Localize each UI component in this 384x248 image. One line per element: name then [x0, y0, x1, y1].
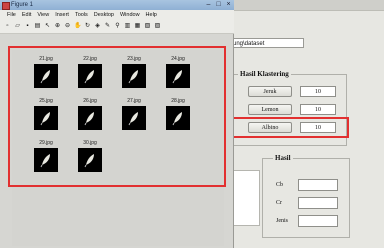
- cr-value-field: [298, 197, 338, 209]
- matlab-figure-icon: [2, 2, 10, 10]
- menu-insert[interactable]: Insert: [52, 10, 72, 20]
- menu-file[interactable]: File: [0, 10, 19, 20]
- colorbar-icon[interactable]: ▥: [124, 23, 131, 30]
- jeruk-button[interactable]: Jeruk: [248, 86, 292, 97]
- menu-desktop[interactable]: Desktop: [91, 10, 117, 20]
- pan-icon[interactable]: ✋: [74, 23, 81, 30]
- lemon-button[interactable]: Lemon: [248, 104, 292, 115]
- main-app-titlebar: [216, 0, 384, 11]
- menu-window[interactable]: Window: [117, 10, 143, 20]
- figure-title: Figure 1: [11, 2, 34, 8]
- minimize-icon[interactable]: –: [204, 1, 213, 9]
- menu-help[interactable]: Help: [143, 10, 160, 20]
- jenis-value-field: [298, 215, 338, 227]
- brush-icon[interactable]: ✎: [104, 23, 111, 30]
- pointer-icon[interactable]: ↖: [44, 23, 51, 30]
- cb-label: Cb: [276, 182, 284, 188]
- menu-tools[interactable]: Tools: [72, 10, 91, 20]
- image-grid-highlight-box: [8, 46, 226, 187]
- maximize-icon[interactable]: □: [214, 1, 223, 9]
- albino-highlight-box: [230, 117, 349, 138]
- zoom-in-icon[interactable]: ⊕: [54, 23, 61, 30]
- data-cursor-icon[interactable]: ◈: [94, 23, 101, 30]
- cr-label: Cr: [276, 200, 282, 206]
- hasil-klastering-title: Hasil Klastering: [238, 70, 291, 78]
- rotate-icon[interactable]: ↻: [84, 23, 91, 30]
- legend-icon[interactable]: ▦: [134, 23, 141, 30]
- dataset-path-field[interactable]: rung\dataset: [228, 38, 304, 48]
- cb-value-field: [298, 179, 338, 191]
- hide-tools-icon[interactable]: ▧: [144, 23, 151, 30]
- print-icon[interactable]: ▤: [34, 23, 41, 30]
- menu-edit[interactable]: Edit: [19, 10, 34, 20]
- close-icon[interactable]: ×: [224, 1, 233, 9]
- lemon-count-field: 10: [300, 104, 336, 115]
- zoom-out-icon[interactable]: ⊖: [64, 23, 71, 30]
- link-icon[interactable]: ⚲: [114, 23, 121, 30]
- show-tools-icon[interactable]: ▨: [154, 23, 161, 30]
- save-icon[interactable]: ▪: [24, 23, 31, 30]
- new-icon[interactable]: ▫: [4, 23, 11, 30]
- menu-view[interactable]: View: [34, 10, 52, 20]
- figure-toolbar: ▫ ▱ ▪ ▤ ↖ ⊕ ⊖ ✋ ↻ ◈ ✎ ⚲ ▥ ▦ ▧ ▨: [0, 20, 234, 34]
- open-icon[interactable]: ▱: [14, 23, 21, 30]
- jeruk-count-field: 10: [300, 86, 336, 97]
- hasil-title: Hasil: [273, 154, 293, 162]
- result-image-area: [232, 170, 260, 226]
- figure-titlebar[interactable]: Figure 1 – □ ×: [0, 0, 234, 10]
- jenis-label: Jenis: [276, 218, 288, 224]
